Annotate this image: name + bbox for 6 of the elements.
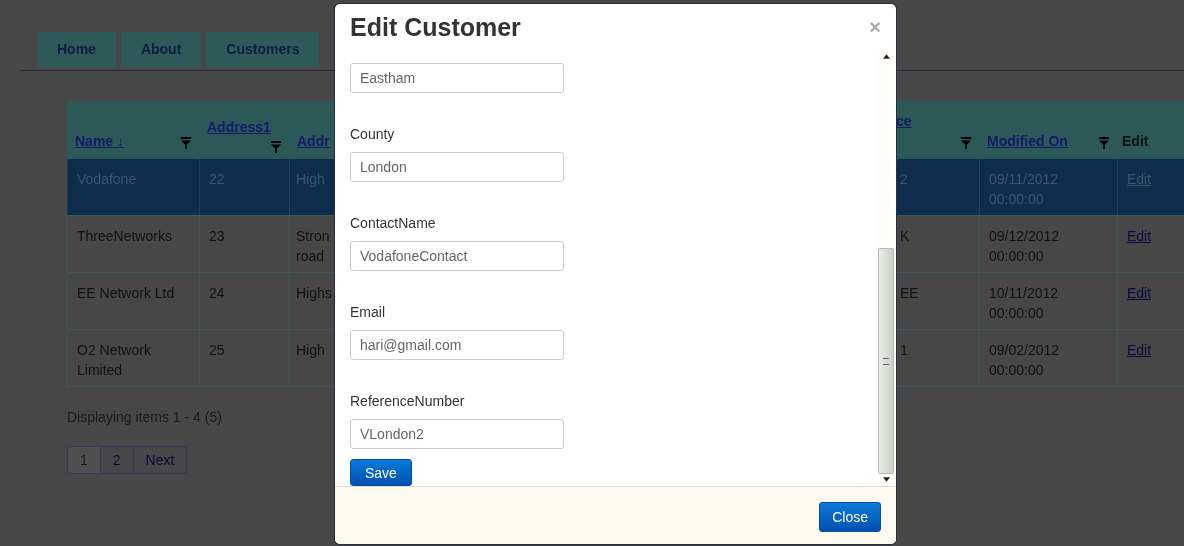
- field-label: County: [350, 125, 395, 144]
- field-label: ReferenceNumber: [350, 392, 465, 411]
- field-label: Email: [350, 303, 385, 322]
- dialog-title: Edit Customer: [350, 12, 521, 42]
- field-label: ContactName: [350, 214, 436, 233]
- column-header: Edit: [1122, 133, 1149, 149]
